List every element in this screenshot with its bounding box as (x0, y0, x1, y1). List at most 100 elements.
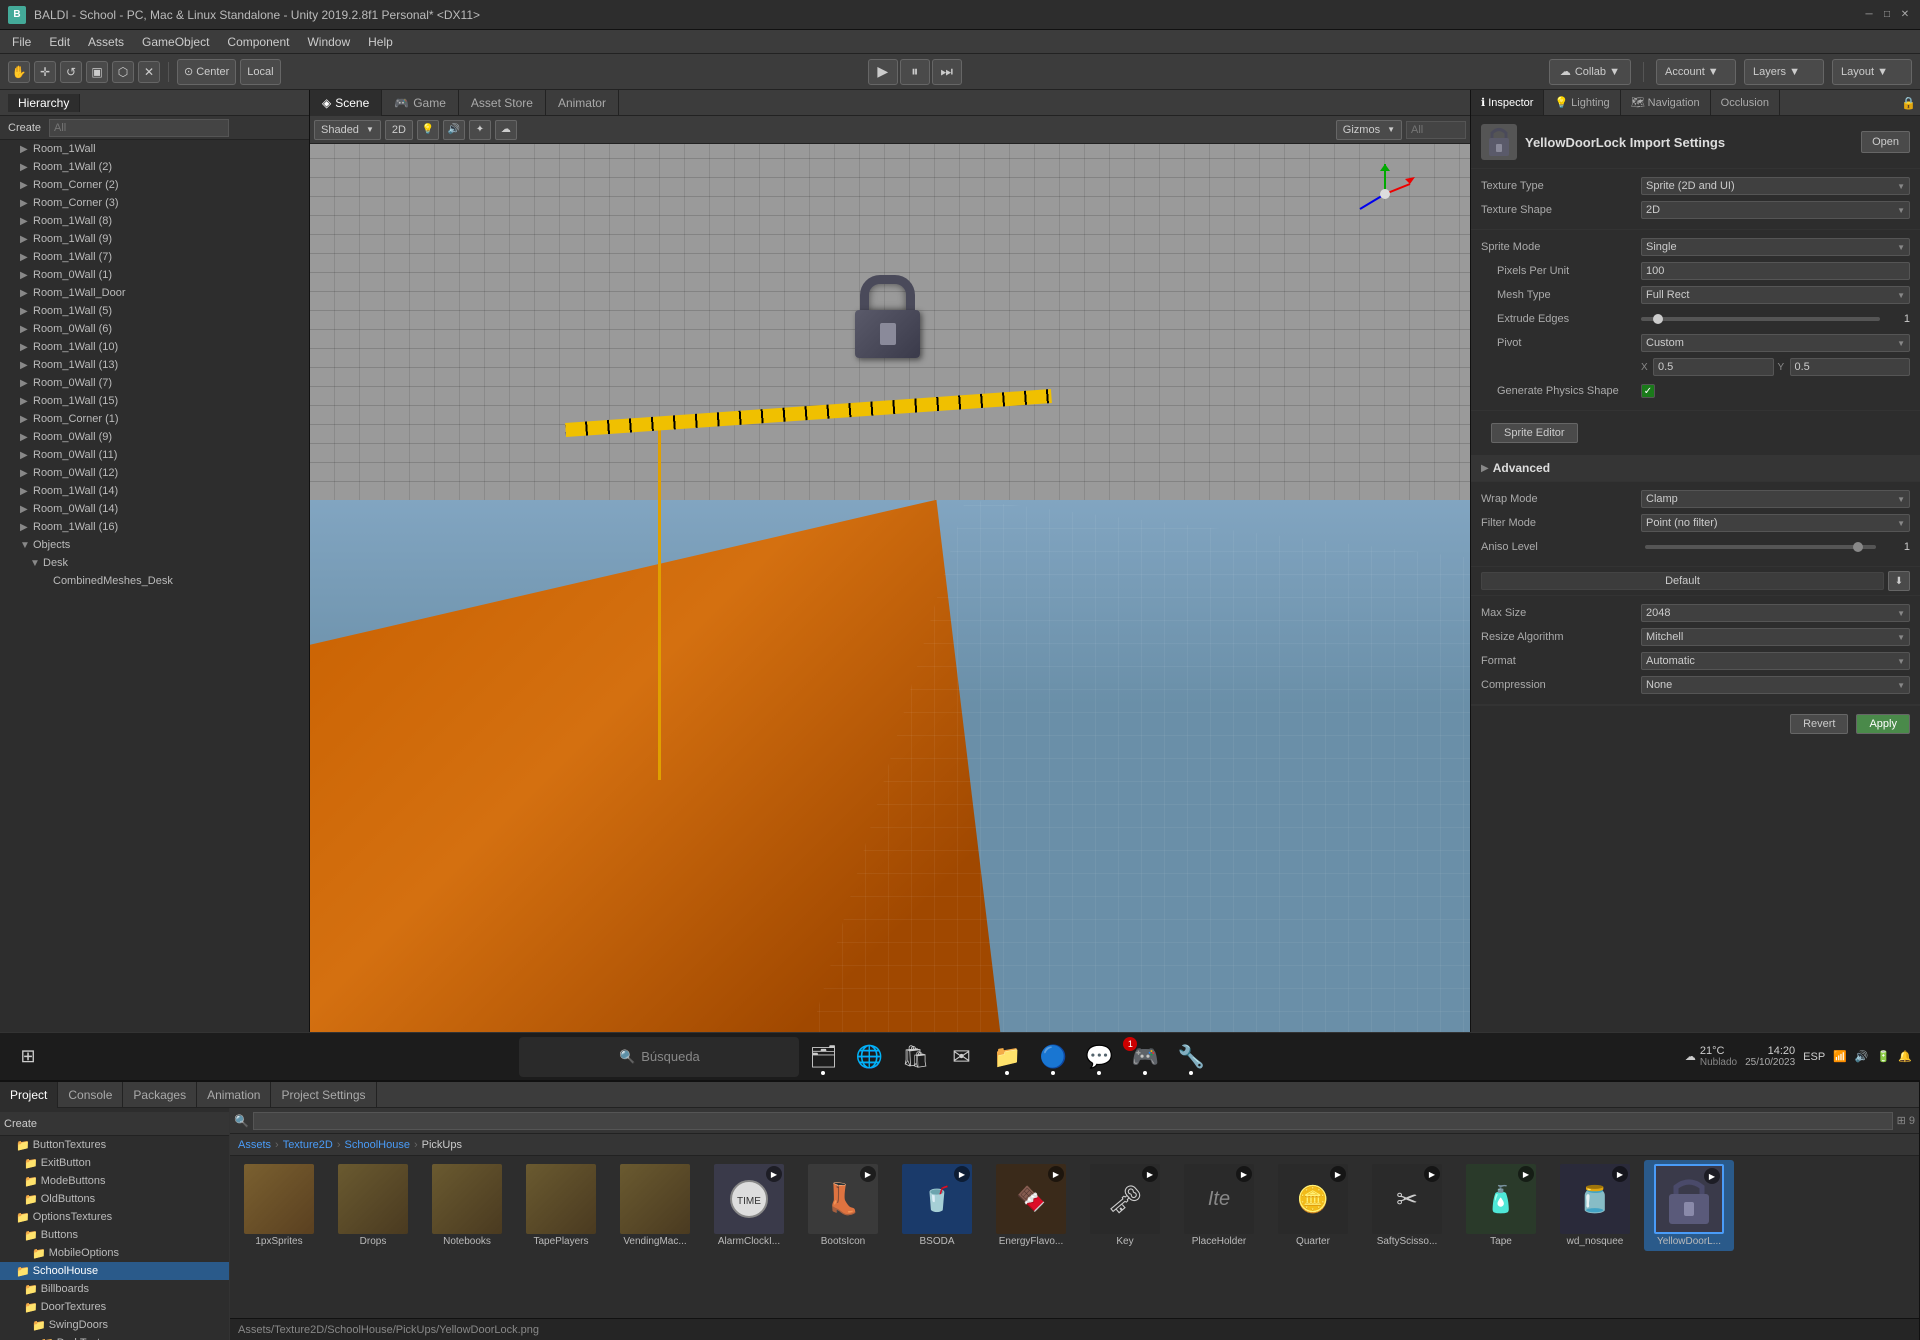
asset-item-placeholder[interactable]: Ite ▶ PlaceHolder (1174, 1160, 1264, 1251)
list-item[interactable]: ▼Desk (0, 554, 309, 572)
list-item[interactable]: ▶Room_1Wall_Door (0, 284, 309, 302)
pivot-y-input[interactable]: 0.5 (1790, 358, 1911, 376)
list-item[interactable]: ▶Room_1Wall (16) (0, 518, 309, 536)
asset-item-notebooks[interactable]: Notebooks (422, 1160, 512, 1251)
step-button[interactable]: ⏭ (932, 59, 962, 85)
pivot-dropdown[interactable]: Custom (1641, 334, 1910, 352)
resize-algo-dropdown[interactable]: Mitchell (1641, 628, 1910, 646)
asset-item-energyflavo[interactable]: 🍫 ▶ EnergyFlavo... (986, 1160, 1076, 1251)
audio-btn[interactable]: 🔊 (443, 120, 465, 140)
proj-item-buttontextures[interactable]: 📁ButtonTextures (0, 1136, 229, 1154)
list-item[interactable]: ▶Room_Corner (2) (0, 176, 309, 194)
shaded-dropdown[interactable]: Shaded ▼ (314, 120, 381, 140)
local-button[interactable]: Local (240, 59, 280, 85)
maximize-button[interactable]: □ (1880, 8, 1894, 22)
scene-search-input[interactable] (1406, 121, 1466, 139)
hierarchy-create[interactable]: Create (4, 116, 45, 140)
layers-dropdown[interactable]: Layers ▼ (1744, 59, 1824, 85)
proj-item-exitbutton[interactable]: 📁ExitButton (0, 1154, 229, 1172)
asset-item-vendingmac[interactable]: VendingMac... (610, 1160, 700, 1251)
list-item[interactable]: ▶Room_1Wall (8) (0, 212, 309, 230)
taskbar-app-explorer[interactable]: 📁 (985, 1037, 1029, 1077)
tab-project-settings[interactable]: Project Settings (271, 1082, 376, 1108)
tab-lighting[interactable]: 💡 Lighting (1544, 90, 1620, 116)
proj-item-oldbuttons[interactable]: 📁OldButtons (0, 1190, 229, 1208)
list-item[interactable]: ▶Room_1Wall (2) (0, 158, 309, 176)
tool-rect[interactable]: ⬡ (112, 61, 134, 83)
asset-item-tapeplayers[interactable]: TapePlayers (516, 1160, 606, 1251)
account-dropdown[interactable]: Account ▼ (1656, 59, 1736, 85)
list-item[interactable]: ▶Room_0Wall (12) (0, 464, 309, 482)
taskbar-app-teams[interactable]: 💬 (1077, 1037, 1121, 1077)
project-search-input[interactable] (253, 1112, 1893, 1130)
aniso-slider[interactable] (1645, 545, 1876, 549)
compression-dropdown[interactable]: None (1641, 676, 1910, 694)
sprite-editor-button[interactable]: Sprite Editor (1491, 423, 1578, 443)
inspector-lock-icon[interactable]: 🔒 (1901, 96, 1916, 110)
gen-physics-checkbox[interactable]: ✓ (1641, 384, 1655, 398)
pixels-per-unit-input[interactable]: 100 (1641, 262, 1910, 280)
list-item[interactable]: ▶Room_1Wall (14) (0, 482, 309, 500)
tab-hierarchy[interactable]: Hierarchy (8, 94, 80, 112)
list-item[interactable]: ▶Room_1Wall (0, 140, 309, 158)
center-button[interactable]: ⊙ Center (177, 59, 236, 85)
format-dropdown[interactable]: Automatic (1641, 652, 1910, 670)
collab-button[interactable]: ☁ Collab ▼ (1549, 59, 1631, 85)
proj-item-swingdoors[interactable]: 📁SwingDoors (0, 1316, 229, 1334)
asset-item-alarmclock[interactable]: TIME ▶ AlarmClockI... (704, 1160, 794, 1251)
revert-button[interactable]: Revert (1790, 714, 1848, 734)
layout-dropdown[interactable]: Layout ▼ (1832, 59, 1912, 85)
asset-item-wdnosquee[interactable]: 🫙 ▶ wd_nosquee (1550, 1160, 1640, 1251)
hierarchy-search-input[interactable] (49, 119, 229, 137)
menu-help[interactable]: Help (360, 30, 401, 54)
taskbar-app-files[interactable]: 🗂 (801, 1037, 845, 1077)
list-item[interactable]: ▶Room_Corner (1) (0, 410, 309, 428)
list-item[interactable]: ▶Room_1Wall (15) (0, 392, 309, 410)
tab-occlusion[interactable]: Occlusion (1711, 90, 1780, 116)
proj-item-mobileoptions[interactable]: 📁MobileOptions (0, 1244, 229, 1262)
texture-type-dropdown[interactable]: Sprite (2D and UI) (1641, 177, 1910, 195)
tab-project[interactable]: Project (0, 1082, 58, 1108)
tool-scale[interactable]: ▣ (86, 61, 108, 83)
list-item[interactable]: ▶Room_1Wall (5) (0, 302, 309, 320)
tool-hand[interactable]: ✋ (8, 61, 30, 83)
asset-item-tape[interactable]: 🧴 ▶ Tape (1456, 1160, 1546, 1251)
project-create-btn[interactable]: Create (4, 1118, 37, 1130)
tab-navigation[interactable]: 🗺 Navigation (1621, 90, 1711, 116)
tool-move[interactable]: ✛ (34, 61, 56, 83)
list-item[interactable]: ▶Room_0Wall (9) (0, 428, 309, 446)
menu-file[interactable]: File (4, 30, 39, 54)
list-item[interactable]: CombinedMeshes_Desk (0, 572, 309, 590)
skybox-btn[interactable]: ☁ (495, 120, 517, 140)
list-item[interactable]: ▶Room_1Wall (13) (0, 356, 309, 374)
filter-mode-dropdown[interactable]: Point (no filter) (1641, 514, 1910, 532)
pivot-x-input[interactable]: 0.5 (1653, 358, 1774, 376)
tool-rotate[interactable]: ↺ (60, 61, 82, 83)
open-button[interactable]: Open (1861, 131, 1910, 153)
menu-component[interactable]: Component (219, 30, 297, 54)
asset-item-bsoda[interactable]: 🥤 ▶ BSODA (892, 1160, 982, 1251)
proj-item-modebuttons[interactable]: 📁ModeButtons (0, 1172, 229, 1190)
notifications-icon[interactable]: 🔔 (1898, 1050, 1912, 1063)
advanced-section-header[interactable]: ▶ Advanced (1471, 455, 1920, 482)
asset-item-safetyscissor[interactable]: ✂ ▶ SaftyScisso... (1362, 1160, 1452, 1251)
taskbar-app-mail[interactable]: ✉ (939, 1037, 983, 1077)
fx-btn[interactable]: ✦ (469, 120, 491, 140)
tab-game[interactable]: 🎮 Game (382, 90, 459, 116)
close-button[interactable]: ✕ (1898, 8, 1912, 22)
tab-packages[interactable]: Packages (123, 1082, 197, 1108)
download-icon[interactable]: ⬇ (1888, 571, 1910, 591)
asset-item-drops[interactable]: Drops (328, 1160, 418, 1251)
list-item[interactable]: ▶Room_1Wall (7) (0, 248, 309, 266)
texture-shape-dropdown[interactable]: 2D (1641, 201, 1910, 219)
tab-animation[interactable]: Animation (197, 1082, 271, 1108)
proj-item-optionstextures[interactable]: 📁OptionsTextures (0, 1208, 229, 1226)
list-item[interactable]: ▶Room_1Wall (9) (0, 230, 309, 248)
pause-button[interactable]: ⏸ (900, 59, 930, 85)
list-item[interactable]: ▶Room_Corner (3) (0, 194, 309, 212)
proj-item-schoolhouse[interactable]: 📁SchoolHouse (0, 1262, 229, 1280)
play-button[interactable]: ▶ (868, 59, 898, 85)
tool-transform[interactable]: ✕ (138, 61, 160, 83)
tab-scene[interactable]: ◈ Scene (310, 90, 382, 116)
search-button[interactable]: 🔍 Búsqueda (519, 1037, 799, 1077)
